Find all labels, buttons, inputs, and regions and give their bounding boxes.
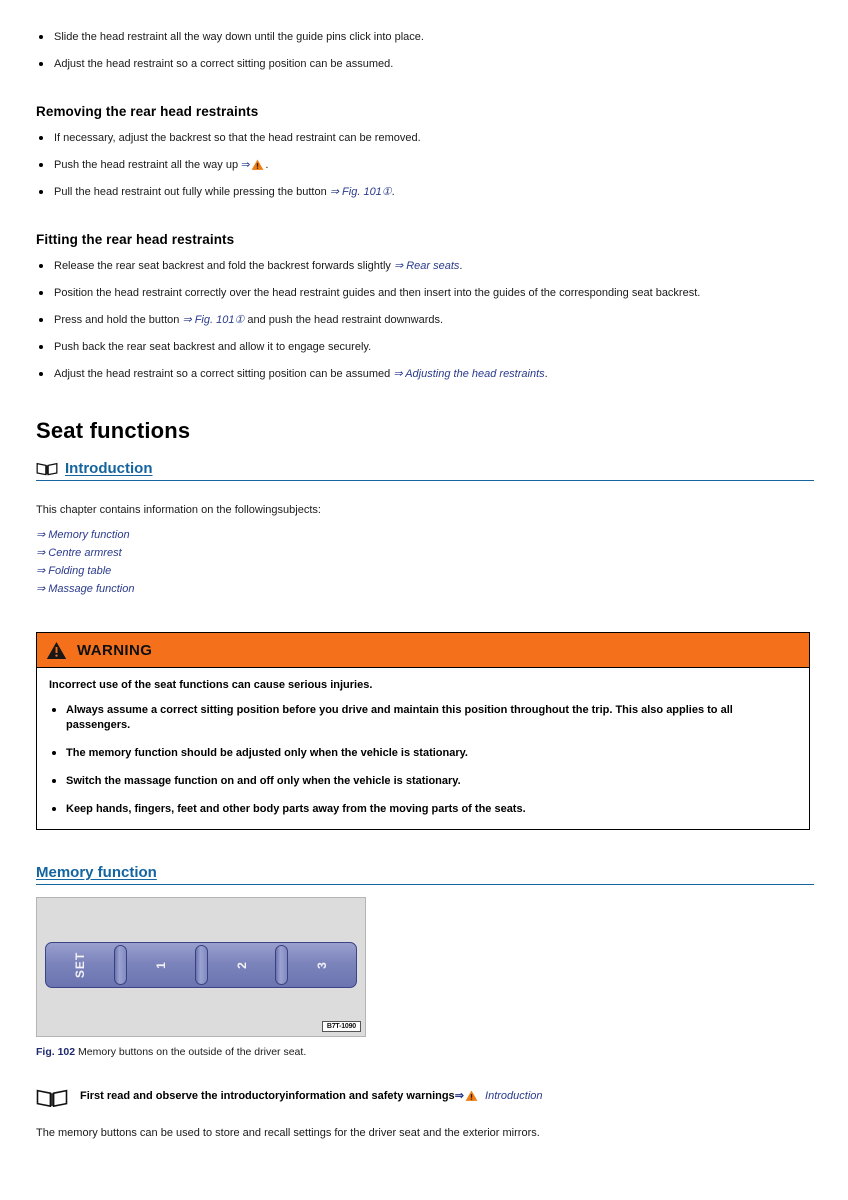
page-title: Seat functions xyxy=(36,418,191,443)
list-item: Always assume a correct sitting position… xyxy=(49,703,797,733)
list-item: Press and hold the button ⇒ Fig. 101① an… xyxy=(36,313,814,327)
list-item: Adjust the head restraint so a correct s… xyxy=(36,367,814,381)
list-item: The memory function should be adjusted o… xyxy=(49,746,797,761)
memory-button-label: 3 xyxy=(315,961,330,969)
section-heading-removing: Removing the rear head restraints xyxy=(36,104,259,119)
warning-triangle-icon xyxy=(46,641,67,659)
memory-function-heading: Memory function xyxy=(36,864,814,885)
bullet-text: Push back the rear seat backrest and all… xyxy=(54,341,372,353)
bullet-tail: and push the head restraint downwards. xyxy=(244,314,444,326)
removing-bullet-list: If necessary, adjust the backrest so tha… xyxy=(36,131,814,199)
button-divider xyxy=(113,945,127,985)
link-item[interactable]: ⇒ Memory function xyxy=(36,526,814,544)
list-item: Release the rear seat backrest and fold … xyxy=(36,259,814,273)
introduction-heading-label: Introduction xyxy=(65,460,153,477)
bullet-text: Slide the head restraint all the way dow… xyxy=(54,31,424,43)
bullet-tail: . xyxy=(459,260,463,272)
memory-button-set[interactable]: SET xyxy=(46,943,114,987)
bullet-text: Position the head restraint correctly ov… xyxy=(54,287,701,299)
button-divider xyxy=(275,945,289,985)
memory-button-label: SET xyxy=(72,951,87,979)
note-text-wrapper: First read and observe the introductoryi… xyxy=(80,1087,543,1104)
list-item: Switch the massage function on and off o… xyxy=(49,774,797,789)
top-bullet-list: Slide the head restraint all the way dow… xyxy=(36,30,814,71)
list-item: Keep hands, fingers, feet and other body… xyxy=(49,802,797,817)
link-item[interactable]: ⇒ Folding table xyxy=(36,562,814,580)
bullet-text: Push the head restraint all the way up xyxy=(54,159,242,171)
fitting-bullet-list: Release the rear seat backrest and fold … xyxy=(36,259,814,381)
memory-button-label: 1 xyxy=(153,961,168,969)
list-item: Pull the head restraint out fully while … xyxy=(36,185,814,199)
figure-image-code: B7T-1090 xyxy=(321,1021,361,1032)
warning-triangle-icon xyxy=(250,158,266,171)
cross-reference-link[interactable]: ⇒ Rear seats xyxy=(394,260,459,272)
section-heading-fitting: Fitting the rear head restraints xyxy=(36,232,235,247)
memory-buttons-figure: SET 1 2 3 B7T-1090 xyxy=(36,897,366,1037)
cross-reference-link[interactable]: ⇒ Fig. 101① xyxy=(182,314,244,326)
warning-box-header: WARNING xyxy=(37,633,809,668)
bullet-text: Adjust the head restraint so a correct s… xyxy=(54,368,394,380)
warning-box: WARNING Incorrect use of the seat functi… xyxy=(36,632,810,830)
bullet-text: If necessary, adjust the backrest so tha… xyxy=(54,132,421,144)
memory-button-1[interactable]: 1 xyxy=(127,943,195,987)
list-item: Adjust the head restraint so a correct s… xyxy=(36,57,814,71)
list-item: Push the head restraint all the way up ⇒… xyxy=(36,158,814,172)
bullet-text: Press and hold the button xyxy=(54,314,183,326)
warning-bullet-list: Always assume a correct sitting position… xyxy=(49,703,797,817)
list-item: Push back the rear seat backrest and all… xyxy=(36,340,814,354)
memory-button-label: 2 xyxy=(234,961,249,969)
bullet-tail: . xyxy=(265,159,269,171)
document-page: Slide the head restraint all the way dow… xyxy=(0,0,848,1200)
button-divider xyxy=(194,945,208,985)
introduction-link-list: ⇒ Memory function ⇒ Centre armrest ⇒ Fol… xyxy=(36,526,814,598)
memory-button-2[interactable]: 2 xyxy=(208,943,276,987)
bullet-text: Adjust the head restraint so a correct s… xyxy=(54,58,394,70)
bullet-text: Release the rear seat backrest and fold … xyxy=(54,260,394,272)
note-arrow: ⇒ xyxy=(454,1090,464,1102)
memory-button-strip: SET 1 2 3 xyxy=(45,942,357,988)
list-item: If necessary, adjust the backrest so tha… xyxy=(36,131,814,145)
cross-reference-link[interactable]: ⇒ Fig. 101① xyxy=(330,186,392,198)
read-first-note: First read and observe the introductoryi… xyxy=(36,1087,814,1108)
memory-function-heading-label: Memory function xyxy=(36,864,157,881)
introduction-heading: Introduction xyxy=(36,460,814,481)
bullet-tail: . xyxy=(544,368,548,380)
page-content: Slide the head restraint all the way dow… xyxy=(36,30,814,1141)
warning-triangle-icon xyxy=(464,1089,479,1102)
memory-button-3[interactable]: 3 xyxy=(288,943,356,987)
introduction-intro-text: This chapter contains information on the… xyxy=(36,504,321,516)
bullet-text: Pull the head restraint out fully while … xyxy=(54,186,330,198)
warning-box-body: Incorrect use of the seat functions can … xyxy=(37,668,809,829)
figure-caption-text: Memory buttons on the outside of the dri… xyxy=(75,1046,307,1058)
link-item[interactable]: ⇒ Massage function xyxy=(36,580,814,598)
list-item: Slide the head restraint all the way dow… xyxy=(36,30,814,44)
note-bold-text: First read and observe the introductoryi… xyxy=(80,1090,455,1102)
bullet-tail: . xyxy=(391,186,395,198)
cross-reference-link[interactable]: ⇒ Adjusting the head restraints xyxy=(393,368,544,380)
link-item[interactable]: ⇒ Centre armrest xyxy=(36,544,814,562)
list-item: Position the head restraint correctly ov… xyxy=(36,286,814,300)
book-icon xyxy=(36,1089,68,1108)
introduction-link[interactable]: Introduction xyxy=(485,1090,542,1102)
memory-function-body-text: The memory buttons can be used to store … xyxy=(36,1127,540,1139)
figure-number: Fig. 102 xyxy=(36,1046,76,1058)
warning-title: WARNING xyxy=(77,641,153,659)
warning-lead-text: Incorrect use of the seat functions can … xyxy=(49,679,373,691)
figure-caption: Fig. 102 Memory buttons on the outside o… xyxy=(36,1045,814,1059)
book-icon xyxy=(36,462,58,476)
